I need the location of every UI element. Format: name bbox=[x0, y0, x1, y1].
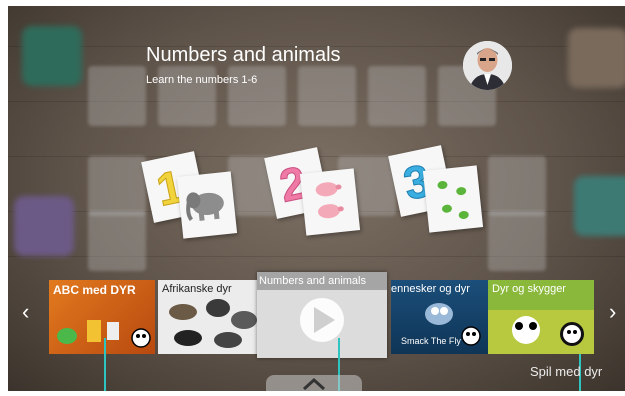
chevron-up-icon bbox=[302, 377, 326, 391]
animal-card[interactable] bbox=[299, 168, 361, 236]
cartoon-animals-icon bbox=[57, 320, 151, 348]
game-thumbnail-african[interactable]: Afrikanske dyr bbox=[158, 280, 264, 354]
connector-line bbox=[104, 338, 106, 391]
background-decoration bbox=[574, 176, 625, 236]
elephant-icon bbox=[186, 192, 224, 221]
play-icon[interactable] bbox=[257, 272, 387, 358]
pig-icon bbox=[315, 182, 344, 219]
animal-card[interactable] bbox=[422, 165, 484, 233]
background-tile bbox=[488, 156, 546, 216]
carousel-prev-button[interactable]: ‹ bbox=[22, 299, 29, 325]
animal-card[interactable] bbox=[176, 171, 238, 239]
background-tile bbox=[88, 156, 146, 216]
background-decoration bbox=[568, 28, 625, 88]
bottom-hint-text: Spil med dyr bbox=[530, 364, 603, 379]
background-tile bbox=[88, 66, 146, 126]
thumbnail-label: Afrikanske dyr bbox=[162, 283, 232, 295]
game-carousel: ‹ › ABC med DYR Afrikanske dyr Numbers a… bbox=[8, 270, 625, 368]
background-decoration bbox=[22, 26, 82, 86]
bottom-tab[interactable] bbox=[266, 375, 362, 391]
background-tile bbox=[368, 66, 426, 126]
game-thumbnail-fly[interactable]: ennesker og dyr Smack The Fly bbox=[391, 280, 497, 354]
carousel-next-button[interactable]: › bbox=[609, 299, 616, 325]
page-title: Numbers and animals bbox=[146, 44, 341, 66]
background-tile bbox=[88, 211, 146, 271]
app-stage: Numbers and animals Learn the numbers 1-… bbox=[8, 6, 625, 391]
thumbnail-sublabel: Smack The Fly bbox=[401, 336, 461, 346]
background-tile bbox=[488, 211, 546, 271]
frog-icon bbox=[437, 181, 469, 219]
page-subtitle: Learn the numbers 1-6 bbox=[146, 74, 258, 86]
thumbnail-label: Dyr og skygger bbox=[492, 283, 566, 295]
background-decoration bbox=[14, 196, 74, 256]
person-photo-icon bbox=[463, 41, 512, 90]
avatar[interactable] bbox=[463, 41, 512, 90]
game-thumbnail-shadows[interactable]: Dyr og skygger bbox=[488, 280, 594, 354]
background-tile bbox=[298, 66, 356, 126]
game-thumbnail-abc[interactable]: ABC med DYR bbox=[49, 280, 155, 354]
game-thumbnail-numbers-selected[interactable]: Numbers and animals bbox=[257, 272, 387, 358]
